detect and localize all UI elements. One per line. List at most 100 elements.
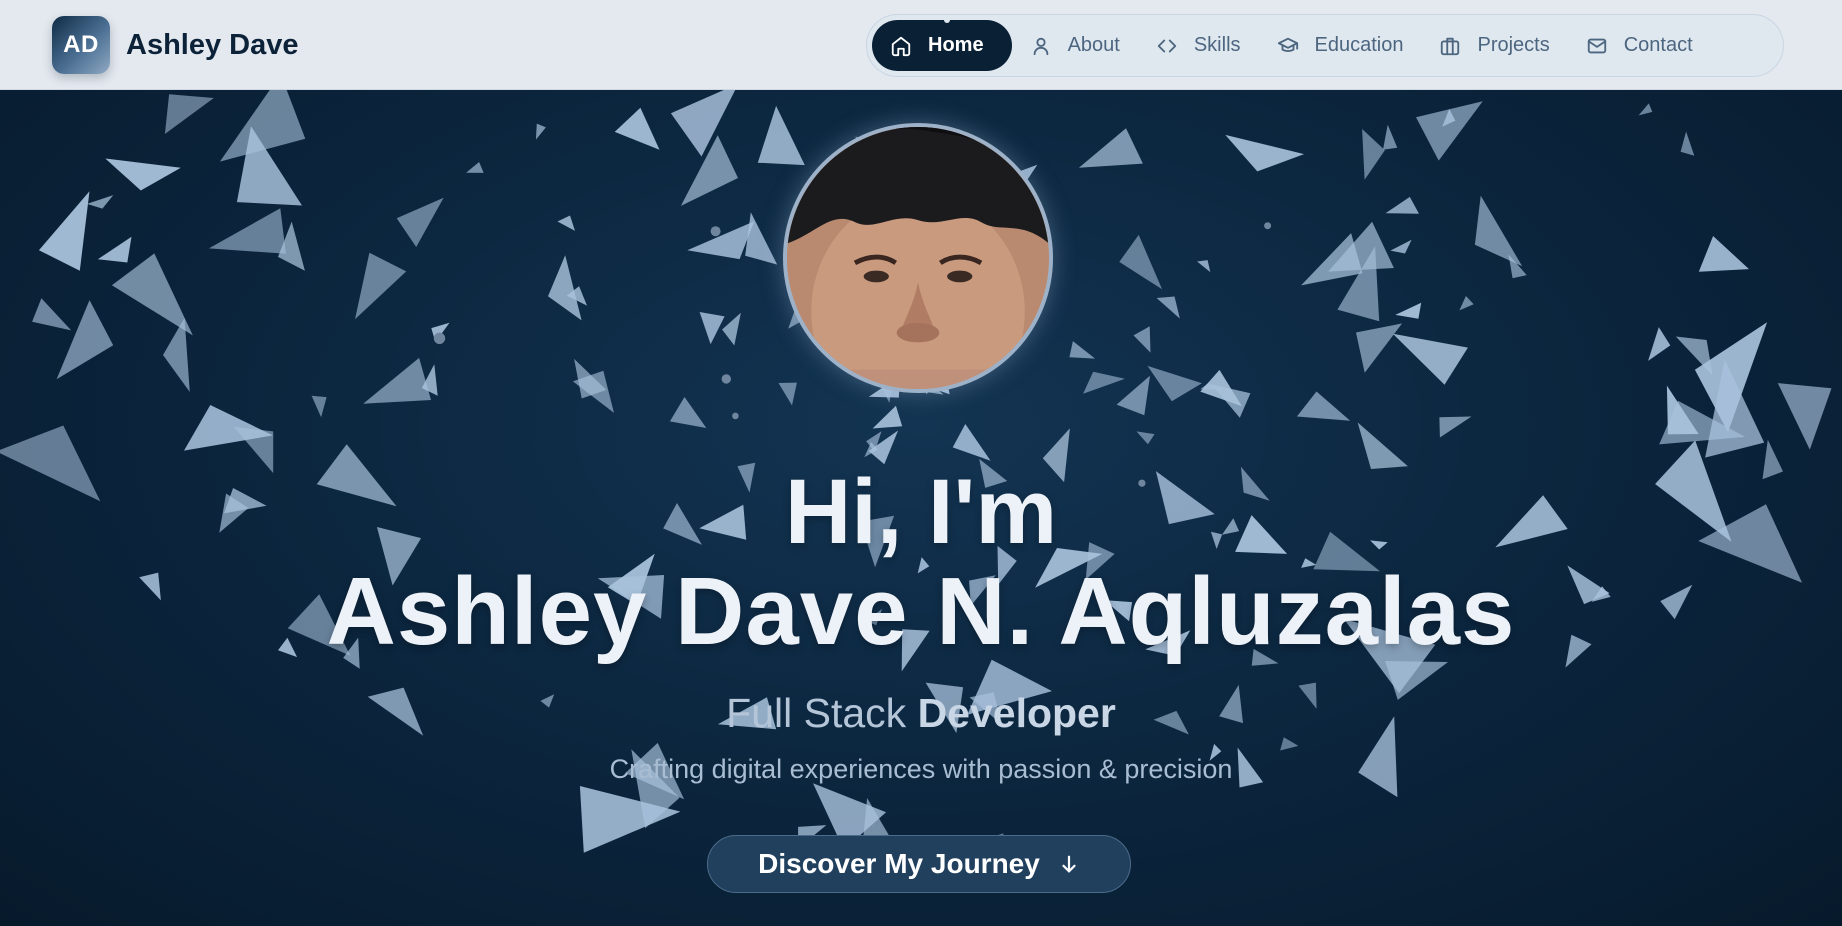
nav-education[interactable]: Education [1259, 20, 1422, 71]
briefcase-icon [1441, 37, 1460, 55]
shard-particle [97, 236, 132, 263]
nav-skills-label: Skills [1193, 34, 1241, 56]
shard-particle [1390, 239, 1412, 254]
nav-education-label: Education [1314, 34, 1404, 56]
shard-particle [699, 312, 725, 345]
avatar [783, 123, 1053, 393]
nav-skills[interactable]: Skills [1138, 20, 1259, 71]
nav-projects-label: Projects [1477, 34, 1550, 56]
dust-particle [1264, 222, 1272, 230]
shard-particle [1069, 341, 1096, 359]
shard-particle [1395, 302, 1422, 319]
shard-particle [1459, 296, 1474, 311]
shard-particle [1383, 124, 1398, 150]
site-header: AD Ashley Dave Home About Skills Educati… [0, 0, 1842, 90]
shard-particle [164, 94, 214, 134]
shard-particle [669, 397, 707, 428]
shard-particle [38, 191, 90, 271]
shard-particle [87, 195, 114, 209]
brand-name[interactable]: Ashley Dave [126, 29, 299, 62]
shard-particle [1301, 233, 1363, 286]
logo-badge[interactable]: AD [52, 16, 110, 74]
shard-particle [722, 312, 741, 346]
shard-particle [680, 135, 738, 206]
dust-particle [721, 374, 731, 384]
shard-particle [614, 107, 660, 150]
shard-particle [1133, 326, 1151, 353]
mail-icon [1587, 38, 1606, 53]
shard-particle [1385, 196, 1419, 214]
shard-particle [1698, 236, 1749, 272]
hero-section: Hi, I'm Ashley Dave N. Aqluzalas Full St… [0, 90, 1842, 926]
hero-tagline: Crafting digital experiences with passio… [609, 754, 1233, 784]
hero-role-light: Full Stack [726, 690, 907, 736]
shard-particle [745, 212, 778, 265]
hero-role: Full Stack Developer [0, 690, 1842, 737]
main-nav: Home About Skills Education Projects Con… [866, 14, 1784, 77]
shard-particle [1638, 103, 1653, 116]
shard-particle [1083, 371, 1125, 394]
discover-journey-button[interactable]: Discover My Journey [707, 835, 1131, 893]
shard-particle [535, 123, 546, 140]
shard-particle [872, 405, 903, 429]
dust-particle [710, 226, 721, 237]
nav-about-label: About [1067, 34, 1120, 56]
dust-particle [732, 412, 739, 420]
shard-particle [670, 90, 736, 157]
shard-particle [311, 395, 327, 418]
shard-particle [355, 252, 407, 320]
shard-particle [1156, 296, 1180, 319]
shard-particle [396, 197, 444, 247]
hero-role-bold: Developer [917, 690, 1116, 736]
shard-particle [1078, 128, 1143, 168]
shard-particle [1116, 375, 1150, 416]
graduation-cap-icon [1277, 37, 1298, 52]
shard-particle [105, 158, 181, 191]
arrow-down-icon [1062, 855, 1076, 873]
nav-contact-label: Contact [1623, 34, 1693, 56]
shard-particle [208, 208, 286, 254]
home-icon [891, 36, 911, 56]
shard-particle [1474, 195, 1523, 267]
shard-particle [363, 357, 431, 404]
hero-greeting: Hi, I'm [784, 461, 1058, 563]
shard-particle [32, 298, 72, 331]
nav-home-label: Home [928, 34, 984, 56]
shard-particle [557, 215, 575, 231]
shard-particle [757, 105, 805, 166]
profile-photo [787, 127, 1049, 389]
user-icon [1033, 37, 1048, 55]
shard-particle [56, 300, 114, 380]
brand[interactable]: AD Ashley Dave [52, 16, 299, 74]
nav-about[interactable]: About [1012, 20, 1138, 71]
shard-particle [1356, 323, 1403, 373]
hero-name: Ashley Dave N. Aqluzalas [326, 558, 1516, 665]
shard-particle [952, 424, 991, 461]
shard-particle [778, 382, 797, 406]
shard-particle [1147, 365, 1202, 402]
shard-particle [1777, 383, 1832, 450]
shard-particle [1392, 333, 1468, 385]
shard-particle [1416, 101, 1483, 161]
shard-particle [687, 221, 755, 260]
shard-particle [111, 253, 193, 336]
shard-particle [466, 162, 484, 173]
shard-particle [1439, 416, 1472, 438]
shard-particle [1357, 422, 1408, 469]
code-icon [1157, 39, 1177, 52]
cta-label: Discover My Journey [758, 848, 1040, 879]
shard-particle [1296, 391, 1351, 421]
shard-particle [1680, 131, 1695, 156]
shard-particle [1362, 129, 1385, 180]
shard-particle [1280, 737, 1299, 751]
shard-particle [1225, 134, 1305, 172]
shard-particle [1648, 327, 1671, 361]
nav-contact[interactable]: Contact [1568, 20, 1711, 71]
shard-particle [1119, 234, 1163, 290]
shard-particle [1136, 431, 1155, 445]
shard-particle [548, 255, 582, 321]
nav-projects[interactable]: Projects [1421, 20, 1567, 71]
dust-particle [433, 332, 446, 344]
shard-particle [1197, 260, 1211, 273]
nav-home[interactable]: Home [872, 17, 1012, 71]
